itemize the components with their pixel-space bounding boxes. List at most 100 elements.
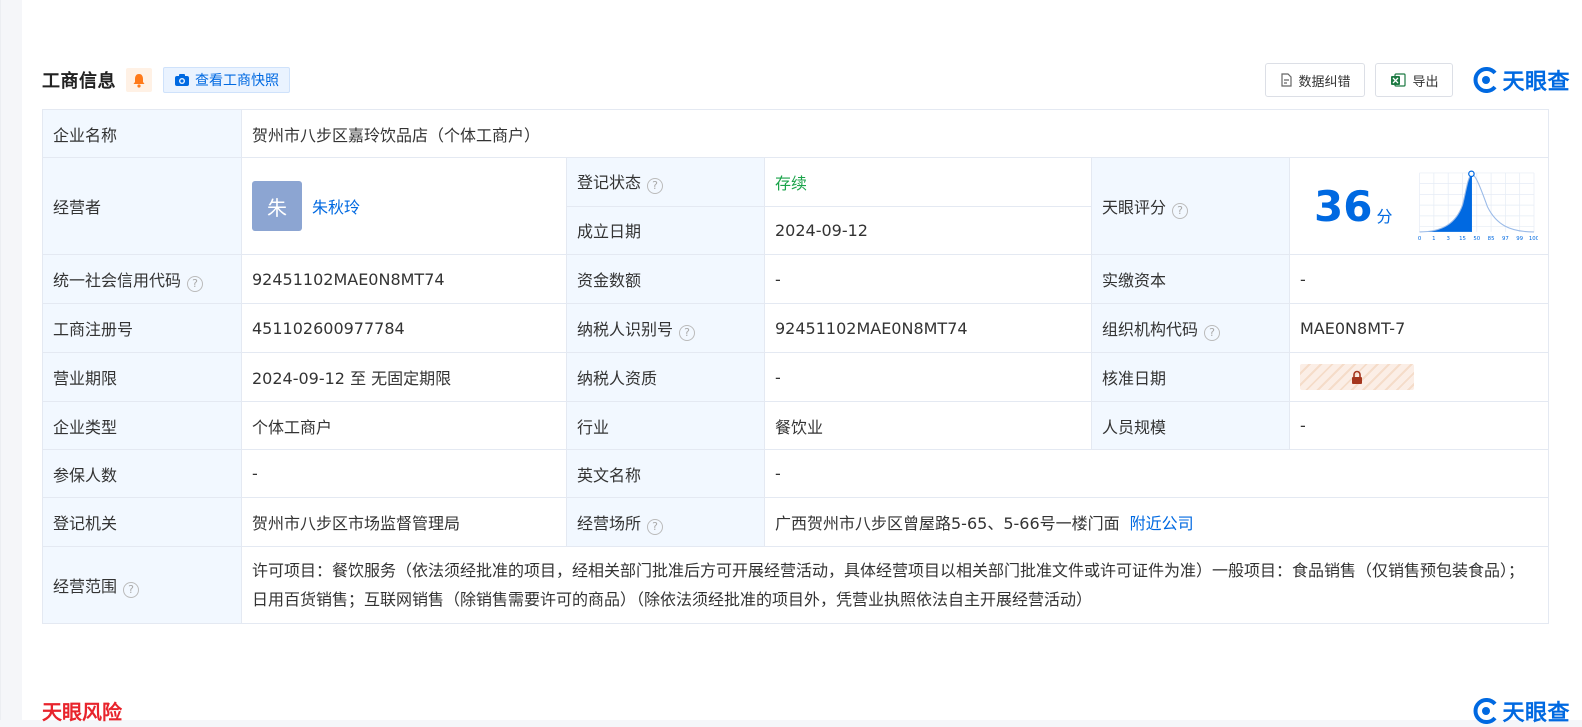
locked-content-button[interactable] — [1300, 364, 1414, 390]
tianyancha-logo-icon — [1474, 67, 1498, 93]
industry-value: 餐饮业 — [764, 401, 1092, 450]
scope-value: 许可项目：餐饮服务（依法须经批准的项目，经相关部门批准后方可开展经营活动，具体经… — [240, 546, 1550, 624]
est-date-value: 2024-09-12 — [764, 205, 1092, 255]
score-marker — [1468, 170, 1476, 178]
table-row: 企业类型 个体工商户 行业 餐饮业 人员规模 - — [42, 401, 1550, 450]
view-snapshot-label: 查看工商快照 — [195, 73, 279, 89]
org-code-label-cell: 组织机构代码? — [1091, 303, 1290, 353]
table-row: 营业期限 2024-09-12 至 无固定期限 纳税人资质 - 核准日期 — [42, 352, 1550, 402]
table-row: 经营范围? 许可项目：餐饮服务（依法须经批准的项目，经相关部门批准后方可开展经营… — [42, 546, 1550, 624]
chart-grid — [1419, 172, 1535, 232]
company-name-value: 贺州市八步区嘉玲饮品店（个体工商户） — [240, 109, 1550, 158]
view-snapshot-button[interactable]: 查看工商快照 — [163, 67, 290, 93]
scope-label: 经营范围 — [53, 576, 118, 596]
subscribe-bell-button[interactable] — [126, 68, 152, 92]
nearby-companies-link[interactable]: 附近公司 — [1130, 514, 1194, 533]
table-row: 经营者 朱朱秋玲 登记状态? 存续 天眼评分? 36 分 0 1 3 15 50… — [42, 157, 1550, 255]
reg-no-label: 工商注册号 — [42, 303, 242, 353]
paid-capital-label: 实缴资本 — [1091, 254, 1290, 304]
staff-size-value: - — [1288, 401, 1550, 450]
reg-status-label: 登记状态 — [577, 173, 642, 193]
axis-tick-label: 1 — [1433, 236, 1436, 242]
axis-tick-label: 15 — [1460, 236, 1467, 242]
export-label: 导出 — [1412, 74, 1439, 90]
paid-capital-value: - — [1288, 254, 1550, 304]
org-code-value: MAE0N8MT-7 — [1288, 303, 1550, 353]
help-icon[interactable]: ? — [1172, 202, 1189, 219]
table-row: 企业名称 贺州市八步区嘉玲饮品店（个体工商户） — [42, 109, 1550, 158]
company-type-value: 个体工商户 — [241, 401, 567, 450]
left-divider — [0, 0, 1, 720]
biz-address-label: 经营场所 — [577, 513, 642, 533]
credit-code-label: 统一社会信用代码 — [53, 270, 182, 290]
axis-tick-label: 85 — [1488, 236, 1495, 242]
company-name-label: 企业名称 — [42, 109, 242, 158]
section-title: 工商信息 — [42, 71, 116, 92]
help-icon[interactable]: ? — [1204, 324, 1221, 341]
scope-label-cell: 经营范围? — [42, 546, 242, 624]
tianyan-score-label-cell: 天眼评分? — [1091, 157, 1290, 255]
business-info-table: 企业名称 贺州市八步区嘉玲饮品店（个体工商户） 经营者 朱朱秋玲 登记状态? 存… — [42, 109, 1550, 624]
help-icon[interactable]: ? — [679, 324, 696, 341]
axis-tick-label: 97 — [1502, 236, 1509, 242]
section-header: 工商信息 查看工商快照 数据纠错 导出 天眼查 — [42, 60, 1570, 100]
axis-tick-label: 3 — [1447, 236, 1450, 242]
fund-value: - — [764, 254, 1092, 304]
avatar[interactable]: 朱 — [252, 181, 302, 231]
biz-term-value: 2024-09-12 至 无固定期限 — [241, 352, 567, 402]
camera-icon — [175, 74, 189, 86]
operator-name-link[interactable]: 朱秋玲 — [312, 198, 360, 217]
reg-status-label-cell: 登记状态? — [566, 157, 765, 207]
fund-label: 资金数额 — [566, 254, 765, 304]
english-name-label: 英文名称 — [566, 449, 765, 498]
taxpayer-qual-value: - — [764, 352, 1092, 402]
document-edit-icon — [1281, 73, 1293, 87]
data-correction-button[interactable]: 数据纠错 — [1265, 63, 1366, 97]
axis-tick-label: 100 — [1529, 236, 1538, 242]
score-value: 36 — [1314, 181, 1373, 231]
approve-date-cell — [1288, 352, 1550, 402]
logo-text: 天眼查 — [1502, 701, 1570, 726]
tianyan-score-label: 天眼评分 — [1102, 197, 1167, 217]
credit-code-label-cell: 统一社会信用代码? — [42, 254, 242, 304]
reg-status-value: 存续 — [764, 157, 1092, 207]
insured-label: 参保人数 — [42, 449, 242, 498]
header-actions: 数据纠错 导出 天眼查 — [1265, 63, 1570, 97]
axis-tick-label: 99 — [1517, 236, 1524, 242]
data-correction-label: 数据纠错 — [1298, 74, 1351, 90]
axis-tick-label: 0 — [1418, 236, 1422, 242]
help-icon[interactable]: ? — [647, 518, 664, 535]
help-icon[interactable]: ? — [187, 275, 204, 292]
business-info-panel: 工商信息 查看工商快照 数据纠错 导出 天眼查 企业名称 贺州市八步区嘉玲饮品店… — [22, 0, 1582, 726]
footer-tianyancha-logo: 天眼查 — [1473, 695, 1570, 727]
credit-code-value: 92451102MAE0N8MT74 — [241, 254, 567, 304]
insured-value: - — [241, 449, 567, 498]
reg-authority-label: 登记机关 — [42, 497, 242, 547]
biz-address-label-cell: 经营场所? — [566, 497, 765, 547]
tianyancha-logo-icon — [1474, 698, 1498, 724]
biz-address-cell: 广西贺州市八步区曾屋路5-65、5-66号一楼门面 附近公司 — [763, 497, 1550, 547]
score-distribution-chart: 0 1 3 15 50 85 97 99 100 — [1418, 170, 1538, 242]
taxpayer-id-label: 纳税人识别号 — [577, 319, 674, 339]
help-icon[interactable]: ? — [647, 178, 664, 195]
staff-size-label: 人员规模 — [1091, 401, 1290, 450]
english-name-value: - — [763, 449, 1550, 498]
bell-icon — [133, 73, 145, 88]
approve-date-label: 核准日期 — [1091, 352, 1290, 402]
table-row: 工商注册号 451102600977784 纳税人识别号? 92451102MA… — [42, 303, 1550, 353]
biz-address-value: 广西贺州市八步区曾屋路5-65、5-66号一楼门面 — [775, 514, 1120, 533]
taxpayer-id-label-cell: 纳税人识别号? — [566, 303, 765, 353]
tianyancha-logo: 天眼查 — [1473, 64, 1570, 96]
export-button[interactable]: 导出 — [1375, 63, 1454, 97]
axis-tick-label: 50 — [1474, 236, 1481, 242]
taxpayer-id-value: 92451102MAE0N8MT74 — [764, 303, 1092, 353]
excel-icon — [1391, 73, 1407, 87]
lock-icon — [1352, 370, 1362, 384]
est-date-label: 成立日期 — [566, 205, 765, 255]
table-row: 统一社会信用代码? 92451102MAE0N8MT74 资金数额 - 实缴资本… — [42, 254, 1550, 304]
chart-x-axis: 0 1 3 15 50 85 97 99 100 — [1418, 236, 1538, 242]
help-icon[interactable]: ? — [123, 581, 140, 598]
table-row: 登记机关 贺州市八步区市场监督管理局 经营场所? 广西贺州市八步区曾屋路5-65… — [42, 497, 1550, 547]
tianyan-score-cell[interactable]: 36 分 0 1 3 15 50 85 97 99 10 — [1288, 157, 1550, 255]
logo-text: 天眼查 — [1502, 70, 1570, 95]
